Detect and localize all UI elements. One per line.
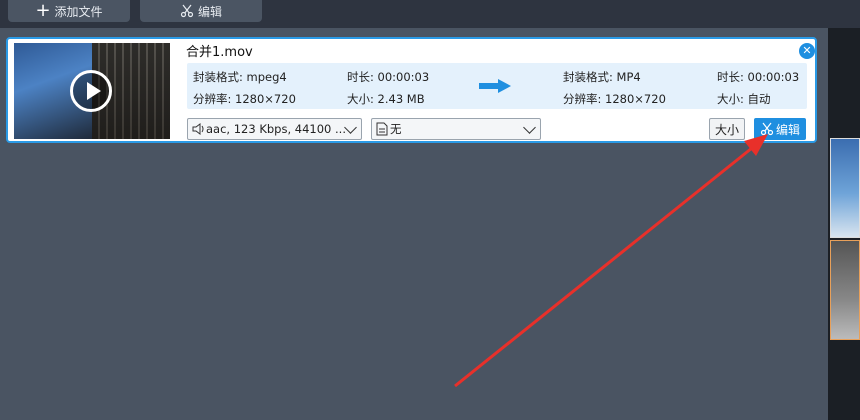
conversion-info-panel: 封装格式: mpeg4 时长: 00:00:03 分辨率: 1280×720 大… [187,63,807,109]
video-thumbnail[interactable] [14,43,170,139]
chevron-down-icon [344,121,357,134]
convert-arrow-icon [479,79,511,93]
audio-track-select[interactable]: aac, 123 Kbps, 44100 ... [187,118,362,140]
side-thumbnail[interactable] [830,240,860,340]
file-name: 合并1.mov [186,45,253,60]
target-resolution: 分辨率: 1280×720 [563,92,666,106]
add-file-button[interactable]: + 添加文件 [8,0,130,22]
source-format: 封装格式: mpeg4 [193,70,287,84]
subtitle-value: 无 [390,122,402,136]
source-resolution: 分辨率: 1280×720 [193,92,296,106]
target-duration: 时长: 00:00:03 [717,70,800,84]
toolbar-edit-label: 编辑 [197,4,222,19]
scissors-icon [760,122,774,136]
document-icon [376,122,388,136]
edit-button[interactable]: 编辑 [754,118,806,140]
target-size: 大小: 自动 [717,92,771,106]
size-button[interactable]: 大小 [709,118,745,140]
audio-track-value: aac, 123 Kbps, 44100 ... [206,122,346,136]
scissors-icon [180,4,194,18]
edit-button-label: 编辑 [775,122,800,137]
plus-icon: + [35,0,51,21]
speaker-icon [192,123,204,135]
add-file-label: 添加文件 [54,4,103,19]
source-size: 大小: 2.43 MB [347,92,425,106]
source-duration: 时长: 00:00:03 [347,70,430,84]
target-format: 封装格式: MP4 [563,70,641,84]
side-thumbnail[interactable] [830,138,860,238]
subtitle-select[interactable]: 无 [371,118,541,140]
close-icon[interactable]: ✕ [799,43,815,59]
play-icon[interactable] [70,70,112,112]
file-item-card[interactable]: 合并1.mov ✕ 封装格式: mpeg4 时长: 00:00:03 分辨率: … [6,37,817,143]
chevron-down-icon [523,121,536,134]
top-toolbar: + 添加文件 编辑 [0,0,860,28]
toolbar-edit-button[interactable]: 编辑 [140,0,262,22]
